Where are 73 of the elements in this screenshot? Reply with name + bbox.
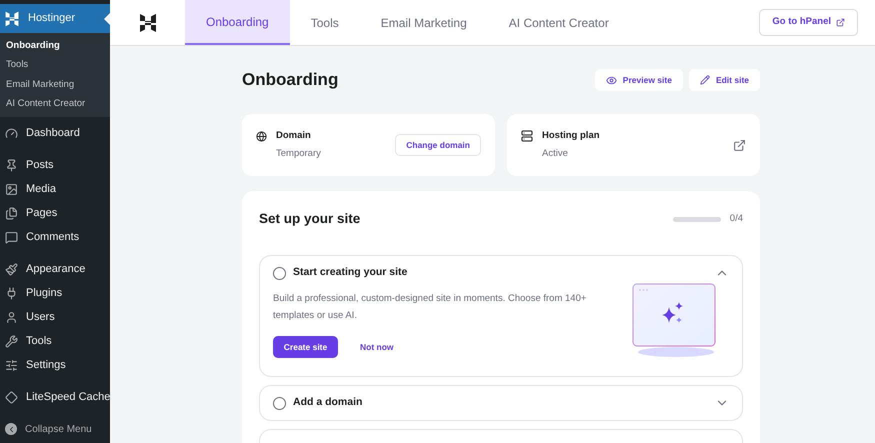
eye-icon (606, 74, 617, 86)
nav-tab[interactable]: AI Content Creator (488, 0, 630, 45)
sidebar-item[interactable]: Appearance (0, 257, 110, 281)
page-title: Onboarding (242, 69, 340, 92)
sidebar-item-label: Dashboard (26, 126, 80, 141)
sidebar-item-label: Media (26, 182, 56, 197)
pencil-icon (700, 75, 710, 85)
task-checkbox[interactable] (273, 266, 286, 280)
user-icon (5, 310, 18, 324)
sidebar-item[interactable]: Comments (0, 225, 110, 249)
sliders-icon (5, 358, 18, 372)
pages-icon (5, 206, 18, 220)
brush-icon (5, 262, 18, 276)
sidebar-item[interactable]: Tools (0, 329, 110, 353)
server-icon (521, 130, 533, 142)
plug-icon (5, 286, 18, 300)
task-checkbox[interactable] (273, 396, 286, 410)
hpanel-button[interactable]: Go to hPanel (759, 9, 858, 36)
speech-bubble-icon (5, 230, 18, 244)
sidebar-item-label: Pages (26, 206, 58, 221)
submenu-item[interactable]: AI Content Creator (0, 94, 110, 114)
logo-icon (4, 10, 20, 26)
change-domain-button[interactable]: Change domain (395, 134, 481, 156)
submenu-item[interactable]: Onboarding (0, 36, 110, 56)
edit-site-button[interactable]: Edit site (688, 69, 760, 91)
collapse-menu-button[interactable]: Collapse Menu (0, 417, 110, 441)
sidebar-item[interactable]: Plugins (0, 281, 110, 305)
task-header[interactable]: Start creating your site (260, 256, 742, 290)
sidebar-item-label: Plugins (26, 286, 62, 301)
sidebar-item-label: LiteSpeed Cache (26, 390, 110, 405)
preview-site-button[interactable]: Preview site (594, 69, 683, 91)
progress-reading: 0/4 (730, 212, 743, 226)
submenu-item[interactable]: Tools (0, 56, 110, 75)
sidebar-item[interactable]: Pages (0, 201, 110, 225)
sidebar-item[interactable]: LiteSpeed Cache (0, 385, 110, 409)
task-header[interactable]: Add a domain (260, 386, 742, 420)
collapse-icon (5, 423, 17, 435)
sidebar-item-label: Comments (26, 230, 80, 245)
hosting-status: Active (542, 147, 569, 161)
nav-tab[interactable]: Email Marketing (360, 0, 488, 45)
sidebar-item-label: Tools (26, 334, 52, 349)
sidebar-item[interactable]: Users (0, 305, 110, 329)
setup-heading: Set up your site (259, 210, 362, 228)
sidebar-item-label: Users (26, 310, 55, 325)
hosting-title: Hosting plan (542, 128, 601, 143)
nav-tab[interactable]: Tools (290, 0, 360, 45)
sidebar-item-label: Appearance (26, 262, 86, 277)
globe-icon (256, 131, 267, 142)
sidebar-header-label: Hostinger (28, 11, 76, 26)
external-link-icon[interactable] (733, 138, 746, 152)
sidebar-item[interactable]: Dashboard (0, 121, 110, 145)
task-title: Add a domain (293, 395, 364, 410)
wrench-icon (5, 334, 18, 348)
gauge-icon (5, 126, 18, 140)
sidebar-header[interactable]: Hostinger (0, 4, 110, 33)
create-site-button[interactable]: Create site (273, 336, 338, 358)
external-link-icon (836, 18, 845, 27)
sidebar-item-label: Settings (26, 358, 66, 373)
not-now-link[interactable]: Not now (360, 340, 394, 354)
pin-icon (5, 158, 18, 172)
sidebar-item[interactable]: Settings (0, 353, 110, 377)
task-description: Build a professional, custom-designed site in moments. Choose from 140+ templates or use AI. (273, 292, 588, 323)
image-icon (5, 182, 18, 196)
logo-icon (138, 12, 158, 32)
sidebar-item-label: Posts (26, 158, 54, 173)
submenu-item[interactable]: Email Marketing (0, 75, 110, 94)
domain-status: Temporary (276, 147, 322, 161)
sidebar-item[interactable]: Posts (0, 153, 110, 177)
diamond-icon (5, 390, 18, 404)
task-title: Start creating your site (293, 265, 408, 280)
nav-tab[interactable]: Onboarding (185, 0, 290, 45)
sidebar-item[interactable]: Media (0, 177, 110, 201)
domain-title: Domain (276, 128, 312, 143)
